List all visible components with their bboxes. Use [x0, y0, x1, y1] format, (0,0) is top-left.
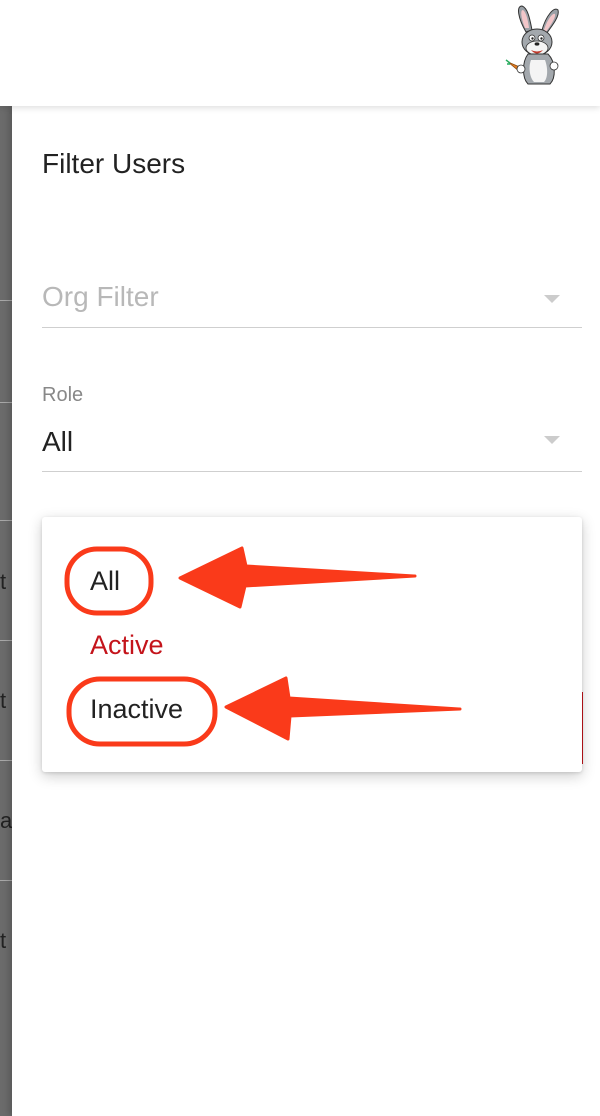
- table-row-divider: [0, 880, 12, 881]
- table-row-divider: [0, 520, 12, 521]
- status-dropdown-menu: All Active Inactive: [42, 517, 582, 772]
- org-filter-select[interactable]: Org Filter: [42, 276, 582, 328]
- user-avatar-icon[interactable]: [500, 2, 570, 86]
- table-row-text: t: [0, 688, 7, 713]
- chevron-down-icon[interactable]: [544, 295, 560, 303]
- page-backdrop: t t al t: [0, 106, 17, 1116]
- drawer-title: Filter Users: [42, 148, 186, 179]
- menu-item-active[interactable]: Active: [90, 632, 164, 659]
- table-row-divider: [0, 300, 12, 301]
- chevron-down-icon[interactable]: [544, 436, 560, 444]
- table-row-divider: [0, 402, 12, 403]
- role-value: All: [42, 426, 74, 457]
- table-row-text: t: [0, 928, 7, 953]
- menu-item-all[interactable]: All: [90, 568, 120, 595]
- menu-item-inactive[interactable]: Inactive: [90, 696, 183, 723]
- table-row-text: t: [0, 569, 7, 594]
- table-row-divider: [0, 640, 12, 641]
- field-underline: [42, 327, 582, 328]
- table-row-divider: [0, 760, 12, 761]
- role-label: Role: [42, 384, 84, 406]
- field-underline: [42, 471, 582, 472]
- app-header: [0, 0, 600, 106]
- role-select[interactable]: Role All: [42, 382, 582, 472]
- org-filter-placeholder: Org Filter: [42, 281, 159, 312]
